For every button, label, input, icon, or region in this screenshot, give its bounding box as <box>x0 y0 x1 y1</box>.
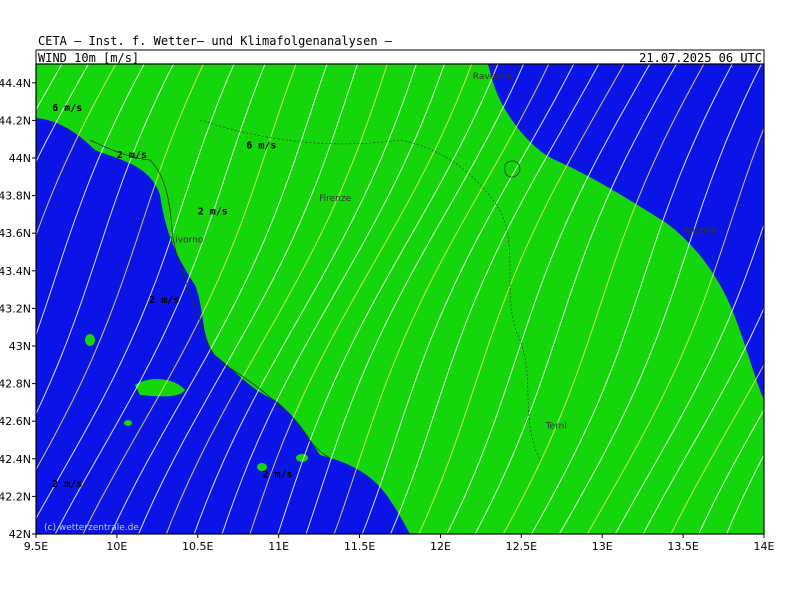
city-label: Livorno <box>170 236 204 246</box>
y-tick-label: 43.2N <box>0 302 31 315</box>
contour-label: 2 m/s <box>198 206 228 217</box>
contour-label: 2 m/s <box>149 295 179 306</box>
x-tick-label: 14E <box>754 540 775 553</box>
y-tick-label: 44.4N <box>0 77 31 90</box>
x-tick-label: 10.5E <box>182 540 213 553</box>
promontory-argentario <box>296 454 308 462</box>
contour-label: 6 m/s <box>246 141 276 152</box>
x-axis: 9.5E 10E 10.5E 11E 11.5E 12E 12.5E 13E 13.5E 14E <box>24 534 775 553</box>
x-tick-label: 12E <box>430 540 451 553</box>
wind-map: 9.5E 10E 10.5E 11E 11.5E 12E 12.5E 13E 13.5E 14E … <box>0 49 775 553</box>
y-tick-label: 42.2N <box>0 490 31 503</box>
header-frame <box>35 49 765 65</box>
y-tick-label: 43.6N <box>0 227 31 240</box>
plot-area <box>0 60 764 540</box>
contour-label: 6 m/s <box>52 103 82 114</box>
contour-label: 2 m/s <box>52 479 82 490</box>
y-tick-label: 43.8N <box>0 190 31 203</box>
footer-credit: (c) wetterzentrale.de <box>44 523 139 533</box>
x-tick-label: 12.5E <box>506 540 537 553</box>
y-tick-label: 44.2N <box>0 114 31 127</box>
city-label: Firenze <box>319 194 351 204</box>
x-tick-label: 13.5E <box>667 540 698 553</box>
y-tick-label: 43.4N <box>0 265 31 278</box>
streamline <box>0 60 13 540</box>
y-tick-label: 42N <box>9 528 31 541</box>
y-axis: 42N 42.2N 42.4N 42.6N 42.8N 43N 43.2N 43.4N 43.6… <box>0 77 36 541</box>
x-tick-label: 11.5E <box>344 540 375 553</box>
y-tick-label: 42.6N <box>0 415 31 428</box>
city-label: Terni <box>545 422 567 432</box>
y-tick-label: 43N <box>9 340 31 353</box>
city-label: Ravenna <box>473 72 512 82</box>
y-tick-label: 42.8N <box>0 378 31 391</box>
contour-label: 2 m/s <box>262 470 292 481</box>
x-tick-label: 13E <box>592 540 613 553</box>
streamline <box>36 64 37 66</box>
island-capraia <box>85 334 95 346</box>
x-tick-label: 11E <box>268 540 289 553</box>
x-tick-label: 9.5E <box>24 540 48 553</box>
contour-label: 2 m/s <box>117 150 147 161</box>
y-tick-label: 44N <box>9 152 31 165</box>
city-label: Ancona <box>683 226 717 236</box>
x-tick-label: 10E <box>106 540 127 553</box>
y-tick-label: 42.4N <box>0 453 31 466</box>
island-pianosa <box>124 420 132 426</box>
